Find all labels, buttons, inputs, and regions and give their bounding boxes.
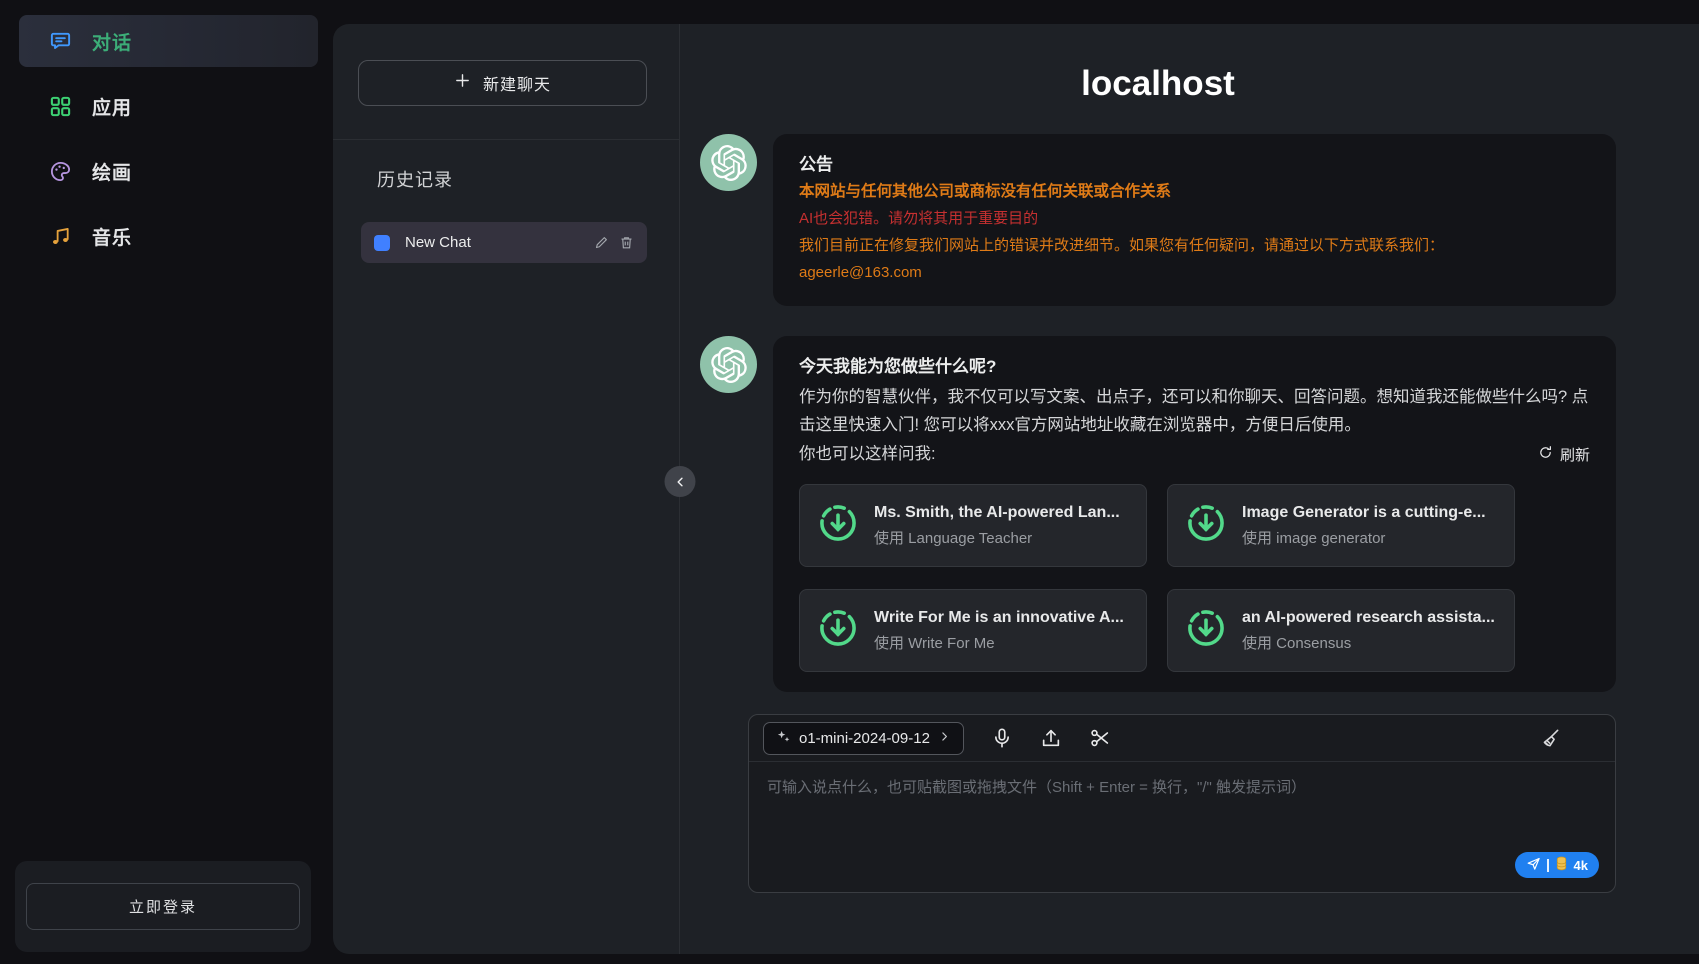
message-welcome: 今天我能为您做些什么呢? 作为你的智慧伙伴，我不仅可以写文案、出点子，还可以和你… xyxy=(700,336,1616,692)
announcement-line: 本网站与任何其他公司或商标没有任何关联或合作关系 xyxy=(799,178,1590,205)
composer-toolbar: o1-mini-2024-09-12 xyxy=(749,715,1615,762)
delete-icon[interactable] xyxy=(619,235,634,250)
suggestion-subtitle: 使用 Language Teacher xyxy=(874,527,1120,548)
apps-grid-icon xyxy=(49,95,72,118)
new-chat-button[interactable]: 新建聊天 xyxy=(358,60,647,106)
announcement-contact-email: ageerle@163.com xyxy=(799,259,1590,286)
suggestion-card[interactable]: Image Generator is a cutting-e... 使用 ima… xyxy=(1167,484,1515,567)
suggestion-subtitle: 使用 Consensus xyxy=(1242,632,1495,653)
message-bubble: 今天我能为您做些什么呢? 作为你的智慧伙伴，我不仅可以写文案、出点子，还可以和你… xyxy=(773,336,1616,692)
login-button[interactable]: 立即登录 xyxy=(26,883,300,930)
welcome-heading: 今天我能为您做些什么呢? xyxy=(799,353,1590,380)
new-chat-label: 新建聊天 xyxy=(483,71,551,95)
refresh-icon xyxy=(1538,445,1553,464)
login-card: 立即登录 xyxy=(15,861,311,952)
edit-icon[interactable] xyxy=(594,235,609,250)
token-count: 4k xyxy=(1574,858,1588,873)
openai-logo-icon xyxy=(711,347,747,383)
sidebar-item-label: 绘画 xyxy=(92,158,132,185)
hint-row: 你也可以这样问我: 刷新 xyxy=(799,440,1590,468)
suggestion-card[interactable]: Write For Me is an innovative A... 使用 Wr… xyxy=(799,589,1147,672)
assistant-avatar xyxy=(700,134,757,191)
suggestion-card[interactable]: Ms. Smith, the AI-powered Lan... 使用 Lang… xyxy=(799,484,1147,567)
announcement-line: 我们目前正在修复我们网站上的错误并改进细节。如果您有任何疑问，请通过以下方式联系… xyxy=(799,232,1590,259)
install-circle-icon xyxy=(1185,607,1227,654)
suggestion-texts: Ms. Smith, the AI-powered Lan... 使用 Lang… xyxy=(874,504,1120,548)
main-panel: 新建聊天 历史记录 New Chat xyxy=(333,24,1699,954)
clear-context-button[interactable] xyxy=(1538,727,1561,750)
history-title: 历史记录 xyxy=(377,166,679,192)
welcome-body: 作为你的智慧伙伴，我不仅可以写文案、出点子，还可以和你聊天、回答问题。想知道我还… xyxy=(799,383,1590,439)
sidebar-item-label: 应用 xyxy=(92,93,132,120)
sidebar-item-music[interactable]: 音乐 xyxy=(19,210,318,262)
app-root: 对话 应用 绘画 音乐 立即登录 xyxy=(0,0,1699,964)
install-circle-icon xyxy=(817,607,859,654)
refresh-label: 刷新 xyxy=(1560,444,1590,465)
plus-icon xyxy=(454,72,471,94)
openai-logo-icon xyxy=(711,145,747,181)
send-button[interactable]: 4k xyxy=(1515,852,1599,878)
message-input[interactable] xyxy=(749,762,1615,848)
history-panel: 新建聊天 历史记录 New Chat xyxy=(333,24,680,954)
scissors-button[interactable] xyxy=(1089,727,1111,749)
history-item-actions xyxy=(594,235,634,250)
suggestion-texts: an AI-powered research assista... 使用 Con… xyxy=(1242,609,1495,653)
composer: o1-mini-2024-09-12 xyxy=(748,714,1616,893)
message-bubble: 公告 本网站与任何其他公司或商标没有任何关联或合作关系 AI也会犯错。请勿将其用… xyxy=(773,134,1616,306)
sidebar-item-apps[interactable]: 应用 xyxy=(19,80,318,132)
refresh-suggestions-button[interactable]: 刷新 xyxy=(1538,444,1590,465)
ask-hint: 你也可以这样问我: xyxy=(799,440,936,468)
suggestion-texts: Write For Me is an innovative A... 使用 Wr… xyxy=(874,609,1124,653)
history-item[interactable]: New Chat xyxy=(361,222,647,263)
announcement-line: AI也会犯错。请勿将其用于重要目的 xyxy=(799,205,1590,232)
sidebar-item-paint[interactable]: 绘画 xyxy=(19,145,318,197)
send-plane-icon xyxy=(1526,856,1541,874)
suggestion-subtitle: 使用 image generator xyxy=(1242,527,1486,548)
sidebar-nav: 对话 应用 绘画 音乐 xyxy=(0,15,333,275)
suggestion-title: an AI-powered research assista... xyxy=(1242,609,1495,627)
sparkles-icon xyxy=(776,729,791,748)
suggestion-card[interactable]: an AI-powered research assista... 使用 Con… xyxy=(1167,589,1515,672)
collapse-panel-button[interactable] xyxy=(665,466,696,497)
sidebar-item-label: 音乐 xyxy=(92,223,132,250)
install-circle-icon xyxy=(1185,502,1227,549)
suggestion-subtitle: 使用 Write For Me xyxy=(874,632,1124,653)
microphone-icon xyxy=(991,727,1013,749)
install-circle-icon xyxy=(817,502,859,549)
suggestion-title: Ms. Smith, the AI-powered Lan... xyxy=(874,504,1120,522)
divider xyxy=(333,139,679,140)
chat-area: localhost 公告 本网站与任何其他公司或商标没有任何关联或合作关系 AI… xyxy=(680,24,1699,954)
divider xyxy=(1547,859,1549,872)
suggestion-cards: Ms. Smith, the AI-powered Lan... 使用 Lang… xyxy=(799,484,1590,672)
sidebar: 对话 应用 绘画 音乐 立即登录 xyxy=(0,0,333,964)
page-title: localhost xyxy=(700,64,1616,104)
broom-icon xyxy=(1538,727,1561,750)
chevron-right-icon xyxy=(938,730,951,747)
microphone-button[interactable] xyxy=(991,727,1013,749)
music-note-icon xyxy=(49,225,72,248)
chat-square-icon xyxy=(374,235,390,251)
suggestion-texts: Image Generator is a cutting-e... 使用 ima… xyxy=(1242,504,1486,548)
message-announcement: 公告 本网站与任何其他公司或商标没有任何关联或合作关系 AI也会犯错。请勿将其用… xyxy=(700,134,1616,306)
scissors-icon xyxy=(1089,727,1111,749)
sidebar-item-chat[interactable]: 对话 xyxy=(19,15,318,67)
palette-icon xyxy=(49,160,72,183)
chat-bubble-icon xyxy=(49,30,72,53)
model-name: o1-mini-2024-09-12 xyxy=(799,730,930,747)
history-item-title: New Chat xyxy=(405,234,579,251)
upload-icon xyxy=(1040,727,1062,749)
composer-body: 4k xyxy=(749,762,1615,892)
upload-button[interactable] xyxy=(1040,727,1062,749)
token-coin-icon xyxy=(1555,856,1568,874)
suggestion-title: Write For Me is an innovative A... xyxy=(874,609,1124,627)
chevron-left-icon xyxy=(673,475,687,489)
sidebar-item-label: 对话 xyxy=(92,28,132,55)
announcement-heading: 公告 xyxy=(799,151,1590,178)
assistant-avatar xyxy=(700,336,757,393)
model-selector[interactable]: o1-mini-2024-09-12 xyxy=(763,722,964,755)
suggestion-title: Image Generator is a cutting-e... xyxy=(1242,504,1486,522)
